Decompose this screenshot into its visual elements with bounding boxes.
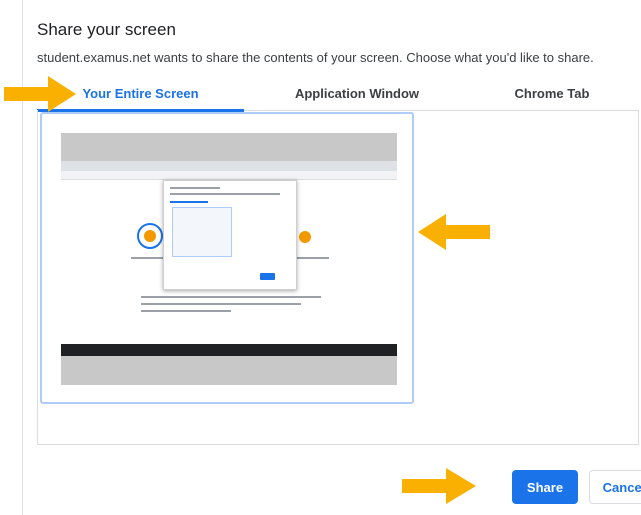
entire-screen-thumbnail[interactable] [40,112,414,404]
arrow-icon [418,214,490,250]
preview-active-tab [170,201,208,203]
preview-share-dialog [163,180,297,290]
preview-text-line [141,303,301,305]
share-button[interactable]: Share [512,470,578,504]
tab-chrome-tab[interactable]: Chrome Tab [465,78,639,109]
dialog-subtitle: student.examus.net wants to share the co… [37,50,594,65]
preview-tab-strip [61,161,397,171]
dialog-title: Share your screen [37,20,176,39]
preview-text-line [170,187,220,189]
screen-preview [61,133,397,385]
tab-application-window[interactable]: Application Window [257,78,457,109]
preview-text-line [141,296,321,298]
preview-share-dot [299,231,311,243]
preview-text-line [293,257,329,259]
preview-text-line [141,310,231,312]
arrow-icon [4,76,76,112]
preview-camera-dot [144,230,156,242]
preview-text-line [170,193,280,195]
preview-share-button [260,273,275,280]
arrow-icon [402,468,476,504]
share-source-tabs: Your Entire Screen Application Window Ch… [37,78,639,112]
preview-taskbar [61,344,397,356]
preview-thumbnail [172,207,232,257]
share-screen-dialog: Share your screen student.examus.net wan… [22,0,641,515]
preview-address-bar [61,171,397,180]
share-source-panel [37,110,639,445]
cancel-button[interactable]: Cancel [589,470,641,504]
